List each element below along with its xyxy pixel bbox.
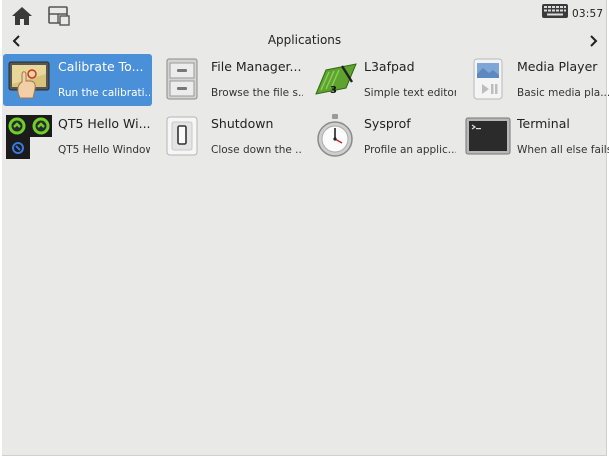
window-icon[interactable] (47, 5, 71, 27)
nav-bar: Applications (2, 30, 607, 52)
app-description: Simple text editor (364, 87, 456, 99)
app-calibrate[interactable]: Calibrate To... Run the calibrati... (3, 54, 152, 106)
app-description: Close down the ... (211, 144, 303, 156)
file-cabinet-icon (159, 56, 205, 102)
media-player-icon (465, 56, 511, 102)
terminal-icon (465, 113, 511, 159)
app-name: L3afpad (364, 59, 415, 74)
app-l3afpad[interactable]: 3 L3afpad Simple text editor (309, 54, 458, 106)
app-qt5-hello[interactable]: QT5 Hello Wi... QT5 Hello Window (3, 111, 152, 163)
app-description: Basic media pla... (517, 87, 609, 99)
page-title: Applications (267, 33, 342, 47)
stopwatch-icon (312, 113, 358, 159)
qt5-hello-icon (6, 113, 54, 159)
home-icon[interactable] (11, 6, 33, 26)
app-name: QT5 Hello Wi... (58, 116, 151, 131)
app-sysprof[interactable]: Sysprof Profile an applic... (309, 111, 458, 163)
app-description: Browse the file s... (211, 87, 303, 99)
top-bar: 03:57 (2, 0, 607, 30)
app-description: QT5 Hello Window (58, 144, 150, 156)
app-name: Sysprof (364, 116, 411, 131)
shutdown-switch-icon (159, 113, 205, 159)
keyboard-icon[interactable] (541, 3, 569, 19)
app-description: When all else fails. (517, 144, 609, 156)
app-name: Media Player (517, 59, 598, 74)
calibrate-touchscreen-icon (6, 56, 52, 102)
svg-text:3: 3 (330, 85, 337, 96)
app-terminal[interactable]: Terminal When all else fails. (462, 111, 609, 163)
app-name: File Manager... (211, 59, 302, 74)
app-shutdown[interactable]: Shutdown Close down the ... (156, 111, 305, 163)
app-media-player[interactable]: Media Player Basic media pla... (462, 54, 609, 106)
chevron-right-icon[interactable] (586, 33, 600, 49)
app-name: Terminal (517, 116, 570, 131)
text-editor-leaf-icon: 3 (312, 56, 358, 102)
app-name: Shutdown (211, 116, 274, 131)
app-description: Run the calibrati... (58, 87, 150, 99)
clock: 03:57 (572, 8, 604, 20)
app-file-manager[interactable]: File Manager... Browse the file s... (156, 54, 305, 106)
app-description: Profile an applic... (364, 144, 456, 156)
app-name: Calibrate To... (58, 59, 144, 74)
desktop-screen: 03:57 Applications Calibrate To... Run t… (2, 0, 609, 456)
